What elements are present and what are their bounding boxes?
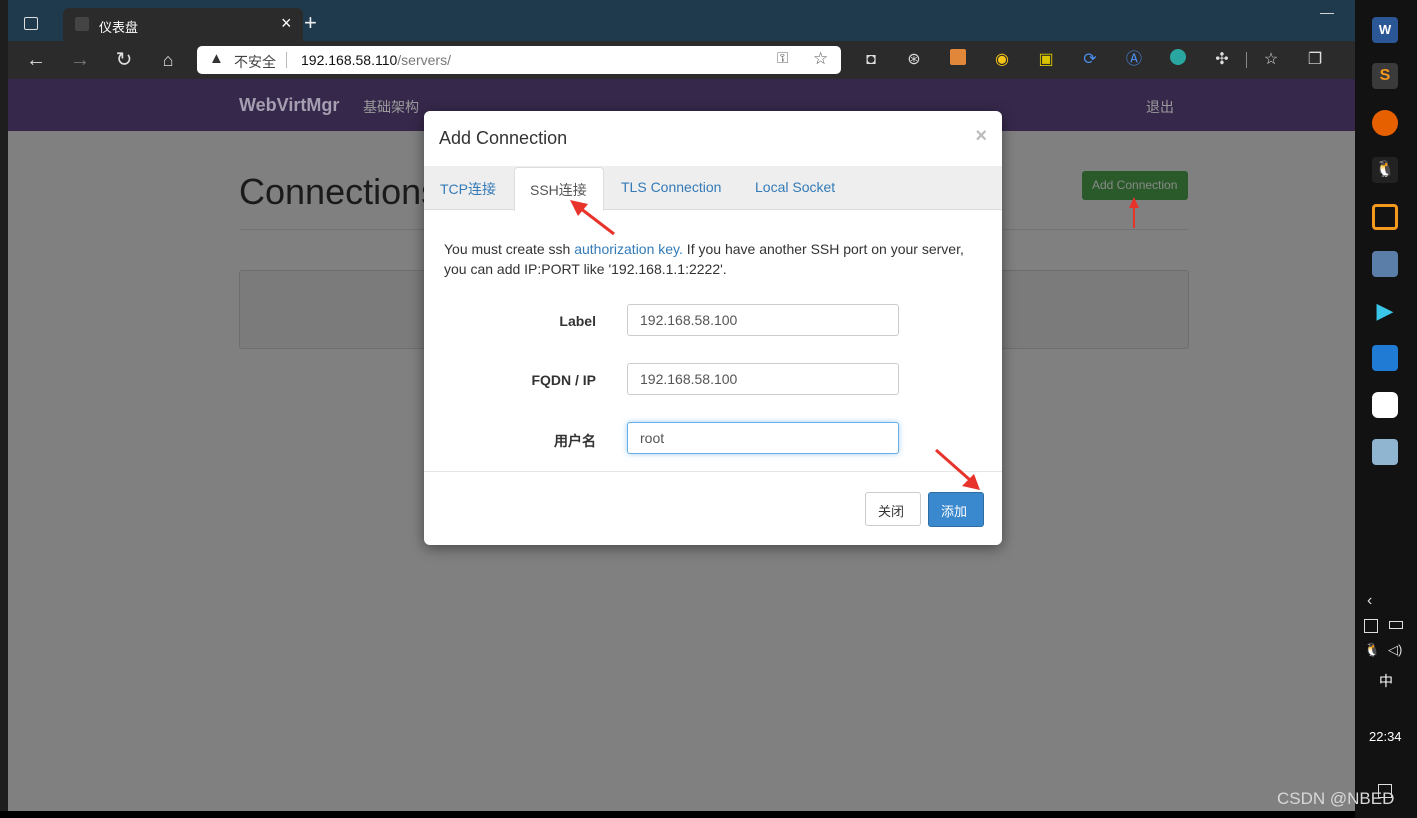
extension-icon[interactable]: ⟳ (1079, 49, 1101, 71)
nav-link-infrastructure[interactable]: 基础架构 (363, 97, 419, 117)
address-bar[interactable]: ▲ 不安全 192.168.58.110/servers/ ⚿ ☆ (197, 46, 841, 74)
baidu-netdisk-icon[interactable] (1372, 392, 1398, 418)
browser-tab[interactable]: 仪表盘 × (63, 8, 303, 41)
home-icon[interactable]: ⌂ (157, 49, 179, 71)
forward-icon[interactable]: → (69, 49, 91, 71)
username-input[interactable] (627, 422, 899, 454)
extension-icon[interactable]: ▣ (1035, 49, 1057, 71)
toolbar-divider (1246, 52, 1247, 68)
nav-link-logout[interactable]: 退出 (1146, 97, 1174, 117)
extension-icon[interactable]: Ⓐ (1123, 49, 1145, 71)
extension-icon[interactable] (1167, 49, 1189, 71)
label-field-label: Label (559, 313, 596, 329)
vmware-icon[interactable] (1372, 204, 1398, 230)
key-icon[interactable]: ⚿ (777, 50, 788, 67)
fqdn-input[interactable] (627, 363, 899, 395)
connection-type-tabs: TCP连接 SSH连接 TLS Connection Local Socket (424, 166, 1002, 211)
notepad-icon[interactable] (1372, 439, 1398, 465)
tray-expand-icon[interactable]: ‹ (1367, 592, 1372, 610)
add-button[interactable]: 添加 (928, 492, 984, 527)
refresh-icon[interactable]: ↻ (113, 49, 135, 71)
tray-network-icon[interactable] (1364, 619, 1378, 633)
extension-icon[interactable] (947, 49, 969, 71)
close-tab-icon[interactable]: × (281, 13, 292, 34)
tray-qq-icon[interactable]: 🐧 (1364, 642, 1380, 658)
collections-icon[interactable]: ❐ (1304, 49, 1326, 71)
extensions-puzzle-icon[interactable]: ✣ (1211, 49, 1233, 71)
add-button-label: 添加 (941, 504, 968, 519)
tab-ssh[interactable]: SSH连接 (514, 167, 604, 211)
firefox-icon[interactable] (1372, 110, 1398, 136)
address-divider (286, 52, 287, 68)
url-host: 192.168.58.110 (301, 52, 398, 68)
ssh-info-text: You must create ssh authorization key. I… (444, 239, 984, 279)
media-player-icon[interactable]: ▶ (1372, 298, 1398, 324)
ime-indicator[interactable]: 中 (1379, 671, 1393, 691)
back-icon[interactable]: ← (25, 49, 47, 71)
add-connection-label: Add Connection (1092, 178, 1178, 192)
tray-battery-icon[interactable] (1389, 621, 1403, 629)
tab-tls[interactable]: TLS Connection (621, 179, 721, 195)
page-title: Connections (239, 171, 440, 212)
browser-tab-bar: 仪表盘 × + — (8, 0, 1355, 41)
warning-icon: ▲ (209, 50, 224, 67)
modal-title: Add Connection (439, 128, 568, 148)
extension-icon[interactable]: ◘ (860, 49, 882, 71)
word-icon[interactable]: W (1372, 17, 1398, 43)
tray-volume-icon[interactable]: ◁) (1388, 642, 1402, 658)
insecure-label: 不安全 (234, 54, 276, 70)
extension-icon[interactable]: ⊛ (903, 49, 925, 71)
close-button-label: 关闭 (878, 504, 905, 519)
watermark: CSDN @NBED (1277, 789, 1395, 808)
authorization-key-link[interactable]: authorization key. (574, 241, 683, 257)
tab-actions-icon[interactable] (24, 17, 38, 30)
tab-local-socket[interactable]: Local Socket (755, 179, 835, 195)
label-input[interactable] (627, 304, 899, 336)
bottom-edge (0, 811, 1355, 818)
qq-icon[interactable]: 🐧 (1372, 157, 1398, 183)
add-connection-modal: Add Connection × TCP连接 SSH连接 TLS Connect… (424, 111, 1002, 545)
modal-close-icon[interactable]: × (975, 125, 987, 148)
favorite-add-icon[interactable]: ☆ (813, 49, 828, 69)
url-text: 192.168.58.110/servers/ (301, 52, 451, 68)
url-path: /servers/ (397, 52, 451, 68)
tab-ssh-label: SSH连接 (530, 182, 587, 198)
favorites-icon[interactable]: ☆ (1260, 49, 1282, 71)
username-field-label: 用户名 (554, 433, 596, 449)
photos-icon[interactable] (1372, 345, 1398, 371)
info-text-start: You must create ssh (444, 241, 575, 257)
minimize-icon[interactable]: — (1320, 4, 1334, 20)
close-button[interactable]: 关闭 (865, 492, 921, 526)
add-connection-button[interactable]: Add Connection (1082, 171, 1188, 200)
fqdn-field-label: FQDN / IP (531, 372, 596, 388)
extension-icon[interactable]: ◉ (991, 49, 1013, 71)
new-tab-icon[interactable]: + (304, 10, 317, 36)
site-favicon-icon (75, 17, 89, 31)
clock[interactable]: 22:34 (1369, 729, 1402, 744)
tab-title: 仪表盘 (99, 20, 139, 35)
brand-logo[interactable]: WebVirtMgr (239, 95, 339, 116)
remote-desktop-icon[interactable] (1372, 251, 1398, 277)
tab-tcp[interactable]: TCP连接 (440, 179, 496, 199)
modal-footer-divider (424, 471, 1002, 472)
sublime-icon[interactable]: S (1372, 63, 1398, 89)
